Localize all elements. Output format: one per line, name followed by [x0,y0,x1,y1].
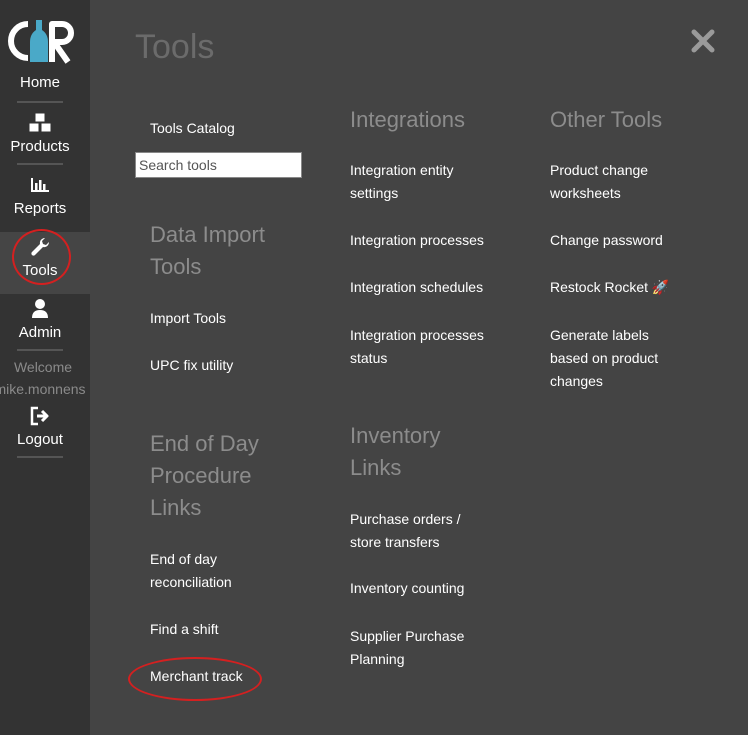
section-title-line: Tools [150,254,202,279]
divider [17,349,63,351]
nav-home[interactable]: Home [0,74,80,91]
link-line: reconciliation [150,574,232,590]
close-icon[interactable] [690,28,716,54]
app-root: Home Products Reports Tools Admin Welcom… [0,0,748,735]
link-line: status [350,350,388,366]
link-integration-schedules[interactable]: Integration schedules [350,276,483,299]
link-import-tools[interactable]: Import Tools [150,307,226,330]
link-supplier-purchase-planning[interactable]: Supplier Purchase Planning [350,625,464,671]
link-upc-fix[interactable]: UPC fix utility [150,354,233,377]
welcome-text: Welcome [13,359,73,375]
divider [17,163,63,165]
link-purchase-orders[interactable]: Purchase orders / store transfers [350,508,461,554]
link-restock-rocket[interactable]: Restock Rocket 🚀 [550,276,669,299]
nav-tools-label: Tools [22,262,58,279]
nav-reports[interactable]: Reports [0,174,80,217]
section-title-eod: End of Day Procedure Links [150,428,259,524]
section-title-integrations: Integrations [350,107,465,132]
section-title-line: Inventory [350,423,441,448]
link-merchant-track[interactable]: Merchant track [150,665,243,688]
link-integration-entity-settings[interactable]: Integration entity settings [350,159,454,205]
link-line: changes [550,373,603,389]
link-eod-reconciliation[interactable]: End of day reconciliation [150,548,232,594]
logo[interactable] [8,18,74,64]
nav-tools[interactable]: Tools [0,232,90,294]
link-line: worksheets [550,185,621,201]
section-title-line: Data Import [150,222,265,247]
section-title-data-import: Data Import Tools [150,219,265,283]
link-find-shift[interactable]: Find a shift [150,618,218,641]
username-text: mike.monnens [0,381,86,397]
link-line: End of day [150,551,217,567]
nav-products[interactable]: Products [0,112,80,155]
link-line: Planning [350,651,405,667]
section-title-line: Links [350,455,402,480]
boxes-icon [28,112,52,133]
section-title-other-tools: Other Tools [550,107,663,132]
user-icon [32,299,48,318]
sidebar: Home Products Reports Tools Admin Welcom… [0,0,90,735]
link-line: settings [350,185,399,201]
section-title-inventory: Inventory Links [350,420,441,484]
nav-products-label: Products [10,138,70,155]
wrench-icon [31,237,50,256]
link-line: Purchase orders / [350,511,461,527]
link-line: Product change [550,162,649,178]
sign-out-icon [30,406,49,426]
link-tools-catalog[interactable]: Tools Catalog [150,117,235,140]
section-title-line: Procedure [150,463,252,488]
link-line: Integration processes [350,327,484,343]
page-title: Tools [135,28,215,66]
section-title-line: End of Day [150,431,259,456]
link-line: Integration entity [350,162,454,178]
nav-home-label: Home [19,74,60,91]
link-line: Generate labels [550,327,649,343]
nav-reports-label: Reports [13,200,67,217]
link-line: Supplier Purchase [350,628,465,644]
link-change-password[interactable]: Change password [550,229,663,252]
nav-admin[interactable]: Admin [0,298,80,341]
link-inventory-counting[interactable]: Inventory counting [350,577,464,600]
link-product-change-worksheets[interactable]: Product change worksheets [550,159,648,205]
search-input[interactable] [135,152,302,178]
link-line: based on product [550,350,659,366]
link-line: store transfers [350,534,440,550]
bar-chart-icon [31,178,49,192]
divider [17,456,63,458]
link-integration-processes[interactable]: Integration processes [350,229,484,252]
link-integration-processes-status[interactable]: Integration processes status [350,324,484,370]
nav-logout-label: Logout [17,431,63,448]
section-title-line: Links [150,495,202,520]
nav-logout[interactable]: Logout [0,405,80,448]
link-generate-labels[interactable]: Generate labels based on product changes [550,324,658,393]
nav-admin-label: Admin [18,324,62,341]
divider [17,101,63,103]
